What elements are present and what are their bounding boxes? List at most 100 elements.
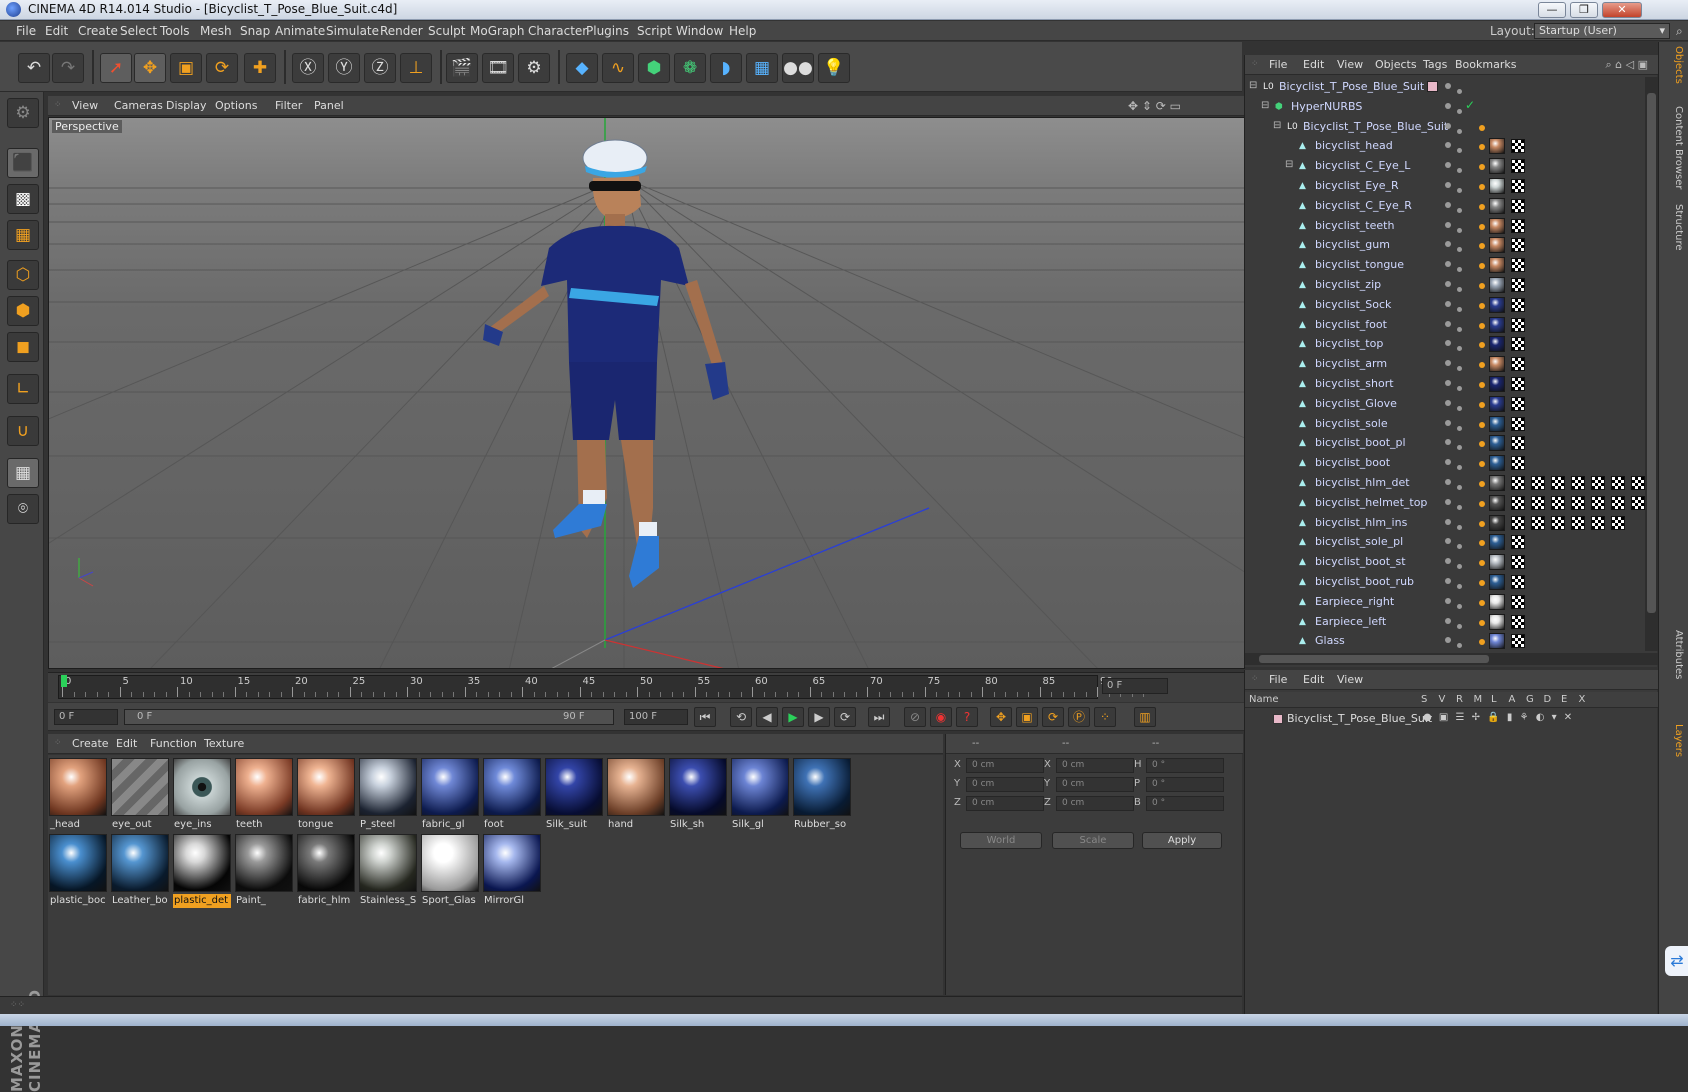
uvw-tag-icon[interactable] [1511, 357, 1525, 372]
object-row[interactable]: ▲ bicyclist_Sock [1245, 295, 1645, 315]
previous-frame-icon[interactable]: ◀ [756, 707, 778, 727]
uvw-tag-icon[interactable] [1611, 495, 1625, 510]
material-swatch[interactable]: Sport_Glas [420, 833, 480, 909]
object-row[interactable]: ▲ bicyclist_helmet_top [1245, 493, 1645, 513]
coordinate-system-icon[interactable]: ⊥ [400, 53, 432, 83]
tab-structure[interactable]: Structure [1664, 204, 1684, 251]
material-swatch[interactable]: Stainless_S [358, 833, 418, 909]
layer-column-d[interactable]: D [1544, 694, 1552, 705]
render-visibility-dot[interactable] [1457, 287, 1462, 292]
phong-tag-icon[interactable] [1479, 560, 1485, 567]
uvw-tag-icon[interactable] [1511, 238, 1525, 253]
phong-tag-icon[interactable] [1479, 421, 1485, 428]
playhead[interactable] [61, 675, 67, 687]
render-visibility-dot[interactable] [1457, 326, 1462, 332]
layer-column-v[interactable]: V [1439, 694, 1446, 705]
teamviewer-icon[interactable]: ⇄ [1665, 946, 1688, 976]
autokey-icon[interactable]: ◉ [930, 707, 952, 727]
object-row[interactable]: ▲ bicyclist_head [1245, 136, 1645, 156]
uvw-tag-icon[interactable] [1591, 495, 1605, 510]
array-icon[interactable]: ❁ [674, 53, 706, 83]
phong-tag-icon[interactable] [1479, 203, 1485, 210]
coord-value-field[interactable]: 0 ° [1146, 758, 1224, 773]
uvw-tag-icon[interactable] [1511, 575, 1525, 589]
render-visibility-dot[interactable] [1457, 168, 1462, 174]
phong-tag-icon[interactable] [1479, 481, 1485, 487]
workplane-lock-icon[interactable]: ▦ [7, 458, 39, 488]
material-swatch[interactable]: foot [482, 757, 542, 833]
material-swatch[interactable]: Paint_ [234, 833, 294, 909]
render-visibility-dot[interactable] [1457, 623, 1462, 629]
menu-create[interactable]: Create [78, 24, 118, 38]
object-manager-horizontal-scrollbar[interactable] [1245, 653, 1658, 665]
menu-tools[interactable]: Tools [160, 24, 190, 38]
material-swatch[interactable]: plastic_det [172, 833, 232, 909]
visibility-dot[interactable] [1445, 241, 1451, 248]
keyframe-selection-icon[interactable]: ? [956, 707, 978, 727]
menu-render[interactable]: Render [380, 24, 423, 38]
redo-icon[interactable]: ↷ [52, 53, 84, 83]
render-visibility-dot[interactable] [1457, 425, 1462, 431]
uvw-tag-icon[interactable] [1511, 297, 1525, 312]
start-frame-field[interactable]: 0 F [54, 709, 118, 725]
render-visibility-dot[interactable] [1457, 504, 1462, 510]
visibility-dot[interactable] [1445, 597, 1451, 604]
visibility-dot[interactable] [1445, 637, 1451, 644]
render-visibility-dot[interactable] [1457, 207, 1462, 213]
nurbs-icon[interactable]: ⬢ [638, 53, 670, 83]
uvw-tag-icon[interactable] [1511, 634, 1525, 649]
material-tag-icon[interactable] [1489, 336, 1505, 353]
menu-edit[interactable]: Edit [45, 24, 68, 38]
points-mode-icon[interactable]: ⬡ [7, 260, 39, 290]
material-menu-create[interactable]: Create [72, 737, 109, 750]
material-tag-icon[interactable] [1489, 494, 1505, 511]
viewport-navigation-icons[interactable]: ✥ ⇕ ⟳ ▭ [1128, 99, 1181, 113]
object-menu-view[interactable]: View [1337, 58, 1363, 71]
magnet-icon[interactable]: ∪ [7, 416, 39, 446]
object-menu-tags[interactable]: Tags [1423, 58, 1447, 71]
model-mode-icon[interactable]: ⬛ [7, 148, 39, 178]
render-visibility-dot[interactable] [1457, 544, 1462, 550]
render-visibility-dot[interactable] [1457, 405, 1462, 411]
enabled-check-icon[interactable]: ✓ [1465, 98, 1475, 112]
material-menu-texture[interactable]: Texture [204, 737, 244, 750]
phong-tag-icon[interactable] [1479, 639, 1485, 646]
object-menu-objects[interactable]: Objects [1375, 58, 1417, 71]
material-tag-icon[interactable] [1489, 475, 1505, 491]
visibility-dot[interactable] [1445, 439, 1451, 446]
layer-column-m[interactable]: M [1474, 694, 1483, 705]
material-tag-icon[interactable] [1489, 554, 1505, 571]
phong-tag-icon[interactable] [1479, 362, 1485, 369]
material-tag-icon[interactable] [1489, 277, 1505, 293]
material-tag-icon[interactable] [1489, 613, 1505, 630]
uvw-tag-icon[interactable] [1571, 495, 1585, 510]
material-swatch[interactable]: fabric_hlm [296, 833, 356, 909]
phong-tag-icon[interactable] [1479, 302, 1485, 309]
render-visibility-dot[interactable] [1457, 603, 1462, 609]
menu-simulate[interactable]: Simulate [326, 24, 379, 38]
move-tool-icon[interactable]: ✥ [134, 53, 166, 83]
layout-select[interactable]: Startup (User) ▾ [1534, 23, 1670, 39]
render-visibility-dot[interactable] [1457, 247, 1462, 253]
visibility-dot[interactable] [1445, 419, 1451, 426]
polygons-mode-icon[interactable]: ◼ [7, 332, 39, 362]
tab-objects[interactable]: Objects [1664, 46, 1684, 84]
object-row[interactable]: ▲ bicyclist_boot_st [1245, 552, 1645, 572]
material-tag-icon[interactable] [1489, 158, 1505, 175]
camera-icon[interactable]: ●● [782, 53, 814, 83]
key-position-icon[interactable]: ✥ [990, 707, 1012, 727]
next-frame-icon[interactable]: ▶ [808, 707, 830, 727]
layer-column-r[interactable]: R [1456, 694, 1463, 705]
object-row[interactable]: ▲ bicyclist_gum [1245, 235, 1645, 255]
material-menu-edit[interactable]: Edit [116, 737, 137, 750]
object-row[interactable]: ⊟ L0 Bicyclist_T_Pose_Blue_Suit [1245, 77, 1645, 97]
play-icon[interactable]: ▶ [782, 707, 804, 727]
phong-tag-icon[interactable] [1479, 580, 1485, 586]
viewport-menu-view[interactable]: View [72, 99, 98, 112]
menu-select[interactable]: Select [120, 24, 157, 38]
uvw-tag-icon[interactable] [1511, 198, 1525, 213]
layer-column-x[interactable]: X [1579, 694, 1586, 705]
viewport-menu-filter[interactable]: Filter [275, 99, 302, 112]
render-settings-icon[interactable]: ⚙ [518, 53, 550, 83]
end-frame-field[interactable]: 100 F [624, 709, 688, 725]
